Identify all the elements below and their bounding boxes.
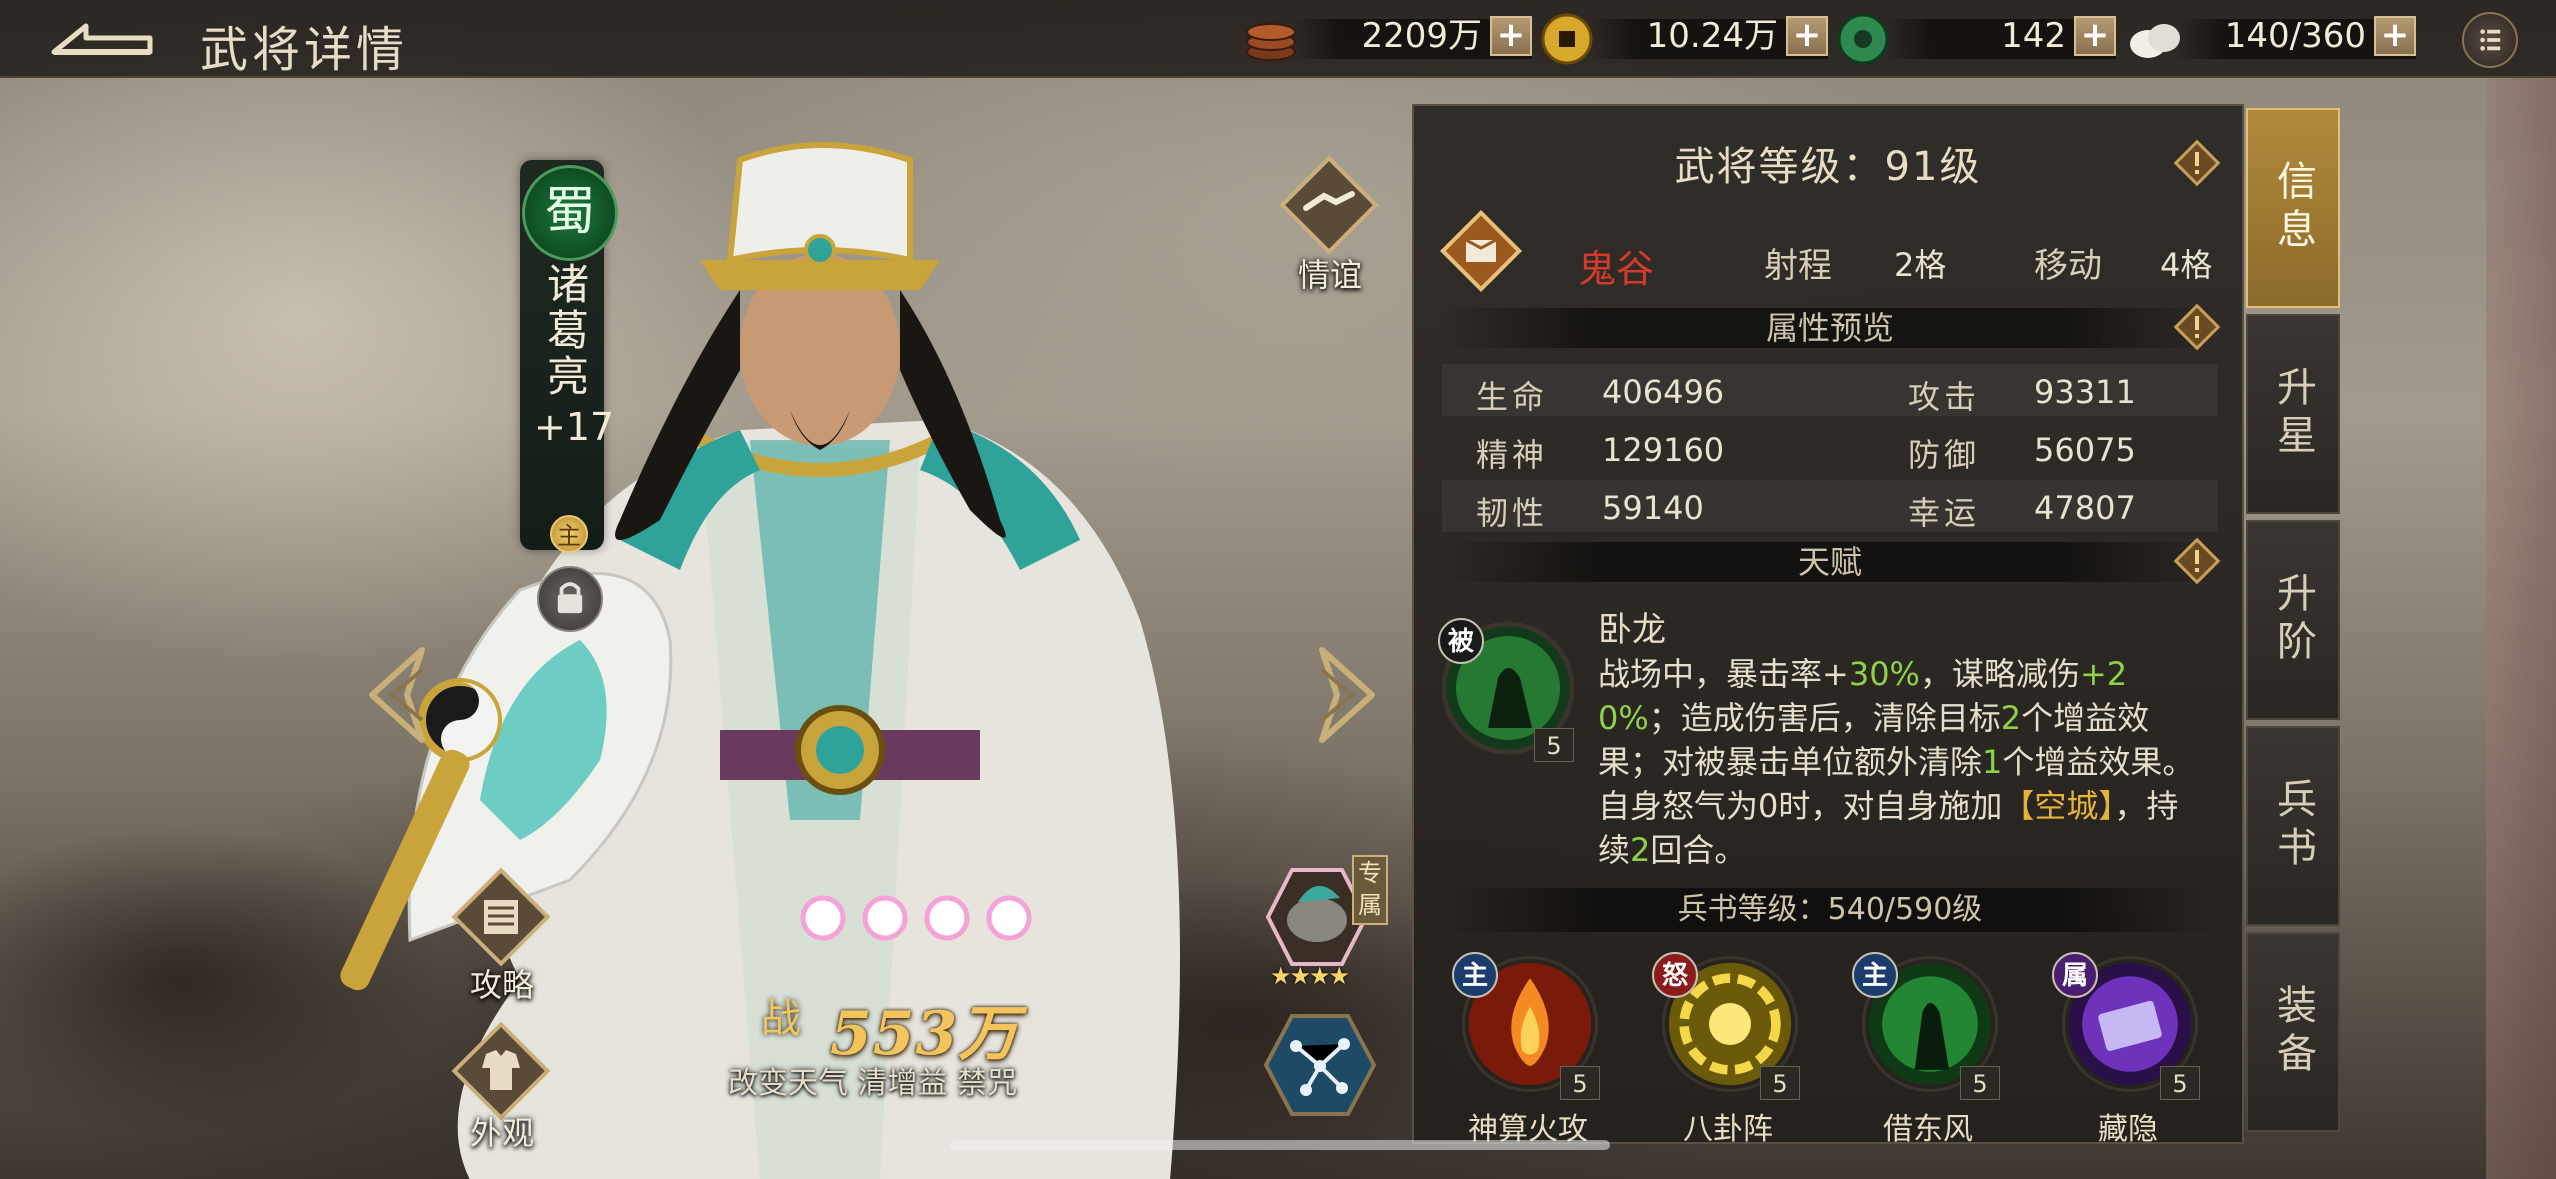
next-hero-arrow-icon[interactable]: [1312, 645, 1382, 745]
info-icon[interactable]: [2172, 138, 2222, 188]
attribute-value: 56075: [2034, 431, 2136, 469]
attribute-label: 攻击: [1908, 378, 1981, 416]
info-icon[interactable]: [2172, 536, 2222, 586]
exclusive-tag: 专属: [1352, 855, 1388, 925]
handshake-icon[interactable]: [1274, 150, 1384, 260]
strategy-label: 攻略: [469, 966, 534, 1004]
resource-copper: 2209万 +: [1242, 16, 1532, 62]
attribute-label: 精神: [1476, 436, 1549, 474]
movement-value: 4格: [2160, 246, 2213, 284]
skill-name: 八卦阵: [1683, 1112, 1773, 1147]
skill-type-badge: 怒: [1652, 952, 1698, 998]
copper-coins-icon: [1246, 23, 1296, 61]
skill-level: 5: [1560, 1066, 1600, 1100]
talent-level: 5: [1534, 728, 1574, 762]
orb-icon: [800, 895, 846, 941]
skill-slot[interactable]: 怒 5 八卦阵: [1648, 952, 1808, 1147]
tab-star-up[interactable]: 升星: [2246, 314, 2340, 514]
skill-level: 5: [1760, 1066, 1800, 1100]
tab-info[interactable]: 信息: [2246, 108, 2340, 308]
orb-icon: [986, 895, 1032, 941]
talent-icon[interactable]: 被 5: [1438, 618, 1578, 762]
stamina-value: 140/360: [2224, 16, 2366, 56]
jade-value: 142: [2001, 16, 2066, 56]
attribute-row: 韧性 59140 幸运 47807: [1442, 480, 2218, 532]
attribute-section-title: 属性预览: [1442, 308, 2218, 348]
talent-description: 战场中，暴击率+30%，谋略减伤+20%；造成伤害后，清除目标2个增益效果；对被…: [1598, 655, 2195, 869]
talent-section-title: 天赋: [1442, 542, 2218, 582]
attribute-value: 47807: [2034, 489, 2136, 527]
constellation-icon[interactable]: [1262, 1010, 1378, 1120]
gold-value: 10.24万: [1646, 16, 1778, 56]
back-arrow-icon[interactable]: [46, 18, 156, 62]
hero-traits: 改变天气 清增益 禁咒: [728, 1066, 1018, 1101]
attribute-label: 防御: [1908, 436, 1981, 474]
movement-label: 移动: [2034, 246, 2102, 286]
copper-value: 2209万: [1361, 16, 1482, 56]
skill-slot[interactable]: 主 5 神算火攻: [1448, 952, 1608, 1147]
war-book-level: 兵书等级：540/590级: [1442, 888, 2218, 932]
class-emblem-icon: [1439, 209, 1523, 293]
skill-name: 藏隐: [2098, 1112, 2158, 1147]
strategy-book-icon[interactable]: [446, 862, 556, 972]
attribute-value: 93311: [2034, 373, 2136, 411]
attribute-value: 406496: [1602, 373, 1725, 411]
skill-type-badge: 属: [2052, 952, 2098, 998]
combat-power-label: 战: [761, 996, 801, 1042]
talent-name: 卧龙: [1598, 610, 1666, 650]
item-stars: ★★★★: [1270, 962, 1350, 990]
skill-level: 5: [1960, 1066, 2000, 1100]
top-bar: 武将详情 2209万 + 10.24万 + 142 + 140/360 +: [0, 0, 2556, 78]
previous-hero-arrow-icon[interactable]: [362, 645, 432, 745]
resource-jade: 142 +: [1834, 13, 2116, 65]
awakening-orbs: [800, 895, 1032, 941]
hero-rank: +17: [534, 405, 615, 449]
range-label: 射程: [1764, 246, 1832, 286]
main-general-badge: 主: [550, 515, 588, 553]
range-value: 2格: [1894, 246, 1947, 284]
add-stamina-button[interactable]: +: [2374, 16, 2416, 56]
attribute-value: 129160: [1602, 431, 1725, 469]
tab-equipment[interactable]: 装备: [2246, 932, 2340, 1132]
lock-icon[interactable]: [537, 566, 603, 632]
passive-badge: 被: [1438, 618, 1484, 664]
stamina-icon: [2130, 24, 2180, 58]
add-jade-button[interactable]: +: [2074, 16, 2116, 56]
attribute-row: 生命 406496 攻击 93311: [1442, 364, 2218, 416]
skill-name: 借东风: [1883, 1112, 1973, 1147]
attribute-label: 韧性: [1476, 494, 1549, 532]
home-indicator[interactable]: [950, 1140, 1610, 1150]
jade-icon: [1837, 13, 1889, 65]
tab-war-book[interactable]: 兵书: [2246, 726, 2340, 926]
appearance-label: 外观: [469, 1114, 534, 1152]
hero-class: 鬼谷: [1578, 247, 1655, 291]
orb-icon: [924, 895, 970, 941]
orb-icon: [862, 895, 908, 941]
add-copper-button[interactable]: +: [1490, 16, 1532, 56]
friendship-label: 情谊: [1297, 256, 1362, 294]
skill-slot[interactable]: 主 5 借东风: [1848, 952, 2008, 1147]
attribute-label: 幸运: [1908, 494, 1981, 532]
skill-slot[interactable]: 属 5 藏隐: [2048, 952, 2208, 1147]
faction-seal: 蜀: [522, 165, 618, 261]
info-panel: 武将等级：91级 鬼谷 射程 2格 移动 4格 属性预览 生命 406496 攻…: [1412, 104, 2244, 1147]
skill-type-badge: 主: [1852, 952, 1898, 998]
skill-level: 5: [2160, 1066, 2200, 1100]
hero-name: 诸葛亮: [546, 260, 589, 401]
skill-type-badge: 主: [1452, 952, 1498, 998]
attribute-label: 生命: [1476, 378, 1549, 416]
add-gold-button[interactable]: +: [1786, 16, 1828, 56]
hero-level: 武将等级：91级: [1674, 144, 1982, 190]
attribute-row: 精神 129160 防御 56075: [1442, 422, 2218, 474]
background-edge: [2486, 78, 2556, 1179]
page-title: 武将详情: [200, 22, 409, 78]
tab-advance[interactable]: 升阶: [2246, 520, 2340, 720]
info-icon[interactable]: [2172, 302, 2222, 352]
resource-gold: 10.24万 +: [1538, 13, 1828, 65]
menu-icon[interactable]: [2462, 12, 2518, 68]
gold-coin-icon: [1541, 13, 1593, 65]
resource-stamina: 140/360 +: [2126, 16, 2416, 62]
attribute-value: 59140: [1602, 489, 1704, 527]
